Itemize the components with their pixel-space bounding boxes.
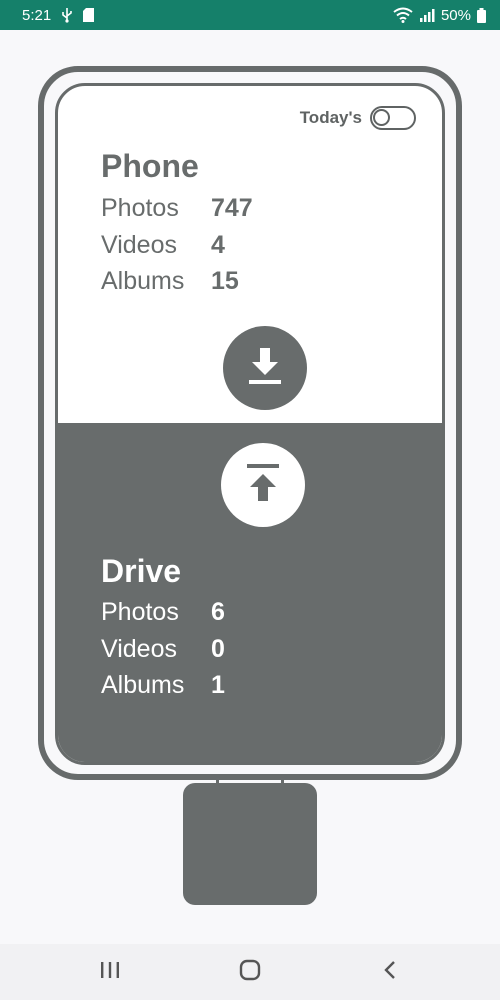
upload-button[interactable] (221, 443, 305, 527)
drive-title: Drive (101, 553, 182, 589)
stat-label: Photos (101, 194, 179, 222)
wifi-icon (393, 7, 413, 23)
download-button[interactable] (223, 326, 307, 410)
home-icon (239, 959, 261, 986)
toggle-switch[interactable] (370, 106, 416, 130)
stat-value: 15 (211, 267, 239, 295)
battery-percent: 50% (440, 6, 471, 24)
back-button[interactable] (360, 944, 420, 1000)
usb-icon (61, 7, 73, 23)
todays-toggle-label: Today's (299, 108, 362, 127)
sd-card-icon (83, 8, 95, 22)
stat-label: Videos (101, 231, 177, 259)
phone-screen: Today's Phone Photos 747 Videos 4 Albums… (55, 83, 445, 765)
home-button[interactable] (220, 944, 280, 1000)
todays-toggle[interactable]: Today's (300, 106, 416, 130)
phone-videos-row: Videos 4 (101, 231, 225, 260)
phone-albums-row: Albums 15 (101, 267, 239, 296)
upload-icon (241, 461, 285, 510)
recent-apps-button[interactable] (80, 944, 140, 1000)
stat-value: 4 (211, 231, 225, 259)
back-icon (382, 960, 398, 985)
stat-label: Albums (101, 671, 185, 699)
stat-label: Videos (101, 635, 177, 663)
drive-photos-row: Photos 6 (101, 598, 225, 627)
stat-label: Photos (101, 598, 179, 626)
status-bar: 5:21 50% (0, 0, 500, 30)
phone-photos-row: Photos 747 (101, 194, 253, 223)
download-icon (243, 344, 287, 393)
stat-value: 1 (211, 671, 225, 699)
navigation-bar (0, 944, 500, 1000)
drive-albums-row: Albums 1 (101, 671, 225, 700)
battery-icon (477, 7, 486, 23)
toggle-knob (373, 109, 390, 126)
recent-apps-icon (99, 961, 121, 984)
phone-stats-section: Today's Phone Photos 747 Videos 4 Albums… (58, 86, 442, 423)
phone-title: Phone (101, 148, 199, 184)
stat-value: 0 (211, 635, 225, 663)
stat-label: Albums (101, 267, 185, 295)
status-time: 5:21 (22, 6, 52, 24)
signal-icon (419, 7, 435, 23)
usb-drive-illustration (183, 783, 317, 905)
stat-value: 6 (211, 598, 225, 626)
drive-videos-row: Videos 0 (101, 635, 225, 664)
stat-value: 747 (211, 194, 253, 222)
drive-stats-section: Drive Photos 6 Videos 0 Albums 1 (58, 423, 442, 762)
